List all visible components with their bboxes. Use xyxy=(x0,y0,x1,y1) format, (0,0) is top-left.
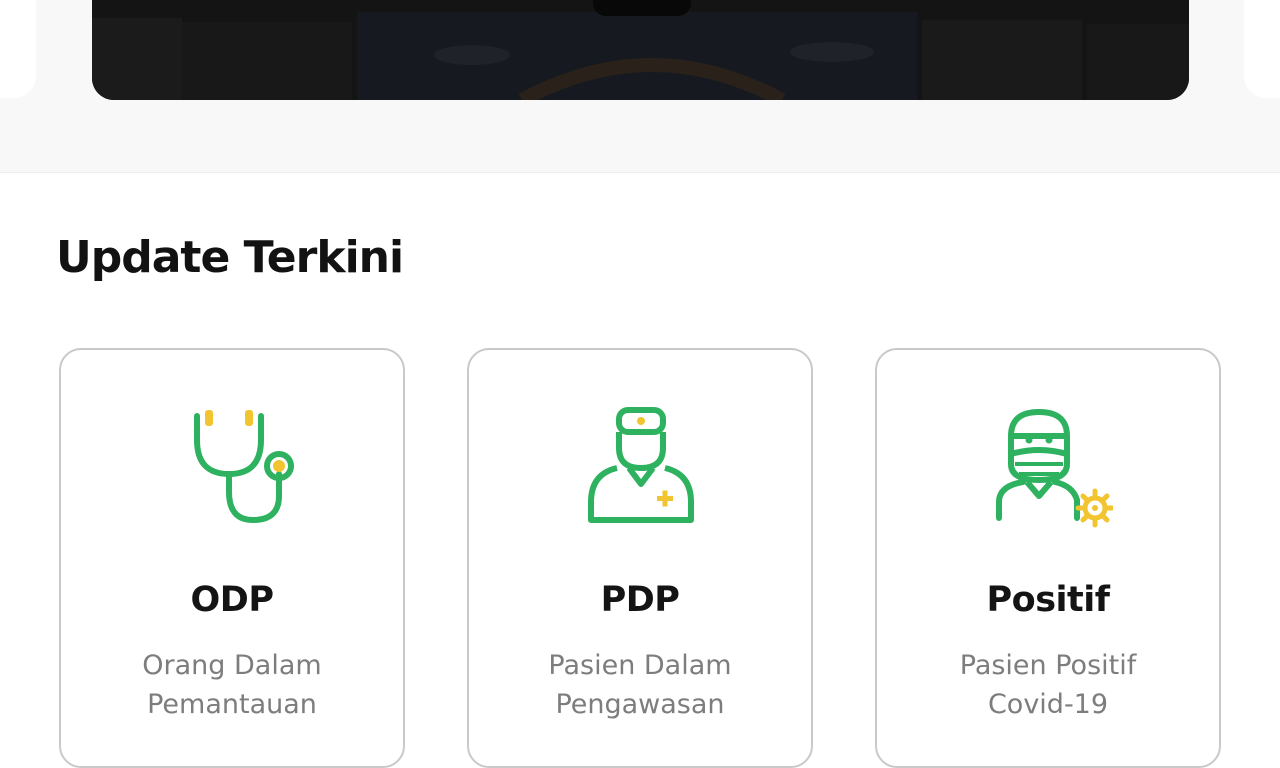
card-description-line: Pasien Dalam xyxy=(548,650,732,681)
card-pdp[interactable]: PDP Pasien Dalam Pengawasan xyxy=(467,348,813,768)
card-description-line: Pasien Positif xyxy=(959,650,1137,681)
card-description-line: Orang Dalam xyxy=(142,650,322,681)
card-description: Orang Dalam Pemantauan xyxy=(61,646,403,724)
card-title: Positif xyxy=(986,580,1110,620)
section-title: Update Terkini xyxy=(56,232,404,283)
card-description: Pasien Dalam Pengawasan xyxy=(469,646,811,724)
card-description-line: Pengawasan xyxy=(555,689,725,720)
card-description-line: Covid-19 xyxy=(987,689,1109,720)
stethoscope-icon xyxy=(169,402,297,530)
card-odp[interactable]: ODP Orang Dalam Pemantauan xyxy=(59,348,405,768)
banner-image[interactable] xyxy=(92,0,1189,100)
doctor-icon xyxy=(577,402,705,530)
card-description-line: Pemantauan xyxy=(147,689,317,720)
banner-area xyxy=(0,0,1280,173)
carousel-next-card[interactable] xyxy=(1244,0,1280,98)
card-positif[interactable]: Positif Pasien Positif Covid-19 xyxy=(875,348,1221,768)
masked-patient-virus-icon xyxy=(985,402,1115,530)
card-description: Pasien Positif Covid-19 xyxy=(877,646,1219,724)
card-title: PDP xyxy=(600,580,680,620)
card-title: ODP xyxy=(190,580,274,620)
carousel-prev-card[interactable] xyxy=(0,0,36,98)
